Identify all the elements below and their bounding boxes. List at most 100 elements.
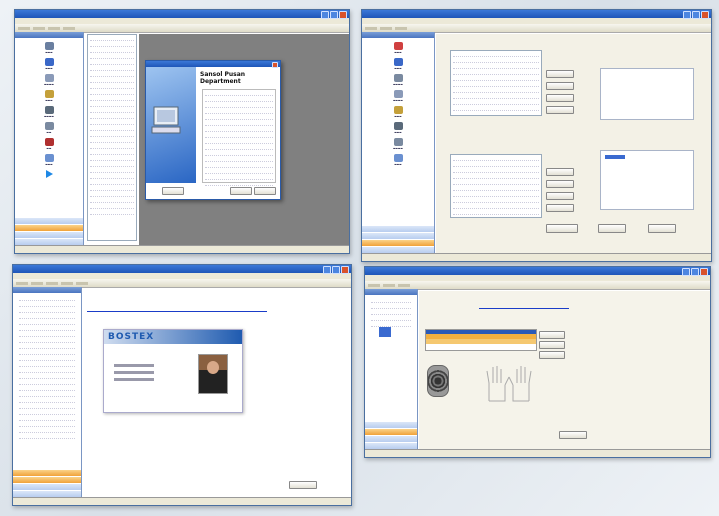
screenshot-top-left: ▬▬▬ ▬▬▬ ▬▬▬▬ ▬▬▬ ▬▬▬▬ ▬▬ ▬▬ ▬▬▬ Sansol P… — [14, 9, 350, 254]
minimize-icon[interactable] — [323, 266, 331, 274]
maximize-icon[interactable] — [330, 11, 338, 19]
sidebar-item[interactable]: ▬▬▬ — [362, 122, 434, 134]
nav-tab[interactable] — [362, 246, 434, 253]
close-icon[interactable] — [339, 11, 347, 19]
nav-tab[interactable] — [15, 231, 83, 238]
nav-tab[interactable] — [15, 217, 83, 224]
dialog-button[interactable] — [162, 187, 184, 195]
sidebar-item[interactable]: ▬▬▬ — [362, 106, 434, 118]
nav-tab[interactable] — [13, 469, 81, 476]
ok-button[interactable] — [598, 224, 626, 233]
sidebar-item[interactable]: ▬▬▬▬ — [15, 74, 83, 86]
sidebar-header — [362, 32, 434, 38]
dialog-heading: Sansol Pusan Department — [200, 71, 245, 85]
sidebar-item[interactable]: ▬▬ — [15, 138, 83, 150]
sidebar — [13, 287, 82, 497]
move-right-button[interactable] — [546, 70, 574, 78]
close-icon[interactable] — [701, 11, 709, 19]
sidebar-item[interactable] — [15, 170, 83, 178]
close-icon[interactable] — [272, 62, 278, 68]
selected-list[interactable] — [600, 68, 694, 120]
maximize-icon[interactable] — [691, 268, 699, 276]
nav-tab[interactable] — [13, 476, 81, 483]
nav-tab[interactable] — [365, 428, 417, 435]
minimize-icon[interactable] — [321, 11, 329, 19]
nav-tab[interactable] — [365, 442, 417, 449]
nav-tab[interactable] — [13, 483, 81, 490]
selected-device[interactable] — [379, 327, 391, 337]
cancel-button[interactable] — [648, 224, 676, 233]
close-button[interactable] — [559, 431, 587, 439]
nav-tab[interactable] — [362, 239, 434, 246]
key-icon — [44, 90, 54, 98]
assign-list[interactable] — [450, 50, 542, 116]
add-all-button[interactable] — [546, 192, 574, 200]
status-bar — [13, 497, 351, 505]
group-icon — [393, 58, 403, 66]
ok-button[interactable] — [289, 481, 317, 489]
dialog-tree[interactable] — [202, 89, 276, 186]
key-icon — [393, 106, 403, 114]
minimize-icon[interactable] — [683, 11, 691, 19]
sidebar-item[interactable]: ▬▬ — [15, 122, 83, 134]
tree-view[interactable] — [87, 34, 137, 241]
id-card-fields — [114, 360, 154, 385]
id-card: BOSTEX — [103, 329, 243, 413]
toolbar-link[interactable] — [479, 305, 569, 309]
sidebar-header — [15, 32, 83, 38]
sidebar-item[interactable]: ▬▬▬ — [15, 42, 83, 54]
screenshot-top-right: ▬▬▬ ▬▬▬ ▬▬▬▬ ▬▬▬▬ ▬▬▬ ▬▬▬ ▬▬▬▬ ▬▬▬ — [361, 9, 712, 262]
sidebar-item[interactable]: ▬▬▬▬ — [362, 74, 434, 86]
sidebar: ▬▬▬ ▬▬▬ ▬▬▬▬ ▬▬▬▬ ▬▬▬ ▬▬▬ ▬▬▬▬ ▬▬▬ — [362, 32, 435, 253]
remove-button[interactable] — [546, 180, 574, 188]
move-none-button[interactable] — [546, 106, 574, 114]
title-bar — [13, 265, 351, 274]
nav-tab[interactable] — [15, 238, 83, 245]
remove-all-button[interactable] — [546, 204, 574, 212]
sidebar-item[interactable]: ▬▬▬ — [362, 58, 434, 70]
apply-button[interactable] — [546, 224, 578, 233]
nav-tab[interactable] — [365, 435, 417, 442]
user-tree[interactable] — [17, 295, 77, 445]
schedule-list[interactable] — [600, 150, 694, 210]
nav-tab[interactable] — [362, 225, 434, 232]
add-button[interactable] — [546, 168, 574, 176]
maximize-icon[interactable] — [332, 266, 340, 274]
dialog-button[interactable] — [254, 187, 276, 195]
close-icon[interactable] — [700, 268, 708, 276]
move-all-button[interactable] — [546, 94, 574, 102]
maximize-icon[interactable] — [692, 11, 700, 19]
users-icon — [44, 154, 54, 162]
fingerprint-table[interactable] — [425, 329, 537, 351]
delete-button[interactable] — [539, 341, 565, 349]
play-icon — [45, 170, 53, 178]
selected-row[interactable] — [605, 155, 625, 159]
toolbar-link[interactable] — [87, 307, 267, 312]
fingerprint-icon — [427, 365, 449, 397]
sidebar-item[interactable]: ▬▬▬▬ — [362, 90, 434, 102]
sidebar-header — [365, 289, 417, 295]
nav-tab[interactable] — [362, 232, 434, 239]
device-tree[interactable] — [369, 297, 413, 337]
nav-tab[interactable] — [15, 224, 83, 231]
verify-button[interactable] — [539, 351, 565, 359]
screenshot-bottom-left: BOSTEX — [12, 264, 352, 506]
hand-outline-icon — [486, 366, 532, 402]
sidebar-item[interactable]: ▬▬▬ — [15, 58, 83, 70]
sidebar-item[interactable]: ▬▬▬▬ — [15, 106, 83, 118]
sidebar-item[interactable]: ▬▬▬ — [15, 154, 83, 166]
sidebar-header — [13, 287, 81, 293]
sidebar-item[interactable]: ▬▬▬▬ — [362, 138, 434, 150]
nav-tab[interactable] — [365, 421, 417, 428]
nav-tab[interactable] — [13, 490, 81, 497]
move-left-button[interactable] — [546, 82, 574, 90]
close-icon[interactable] — [341, 266, 349, 274]
sidebar-item[interactable]: ▬▬▬ — [362, 154, 434, 166]
dialog-button[interactable] — [230, 187, 252, 195]
sidebar-item[interactable]: ▬▬▬ — [362, 42, 434, 54]
content-area: BOSTEX — [83, 289, 351, 497]
register-button[interactable] — [539, 331, 565, 339]
minimize-icon[interactable] — [682, 268, 690, 276]
sidebar-item[interactable]: ▬▬▬ — [15, 90, 83, 102]
time-list[interactable] — [450, 154, 542, 218]
